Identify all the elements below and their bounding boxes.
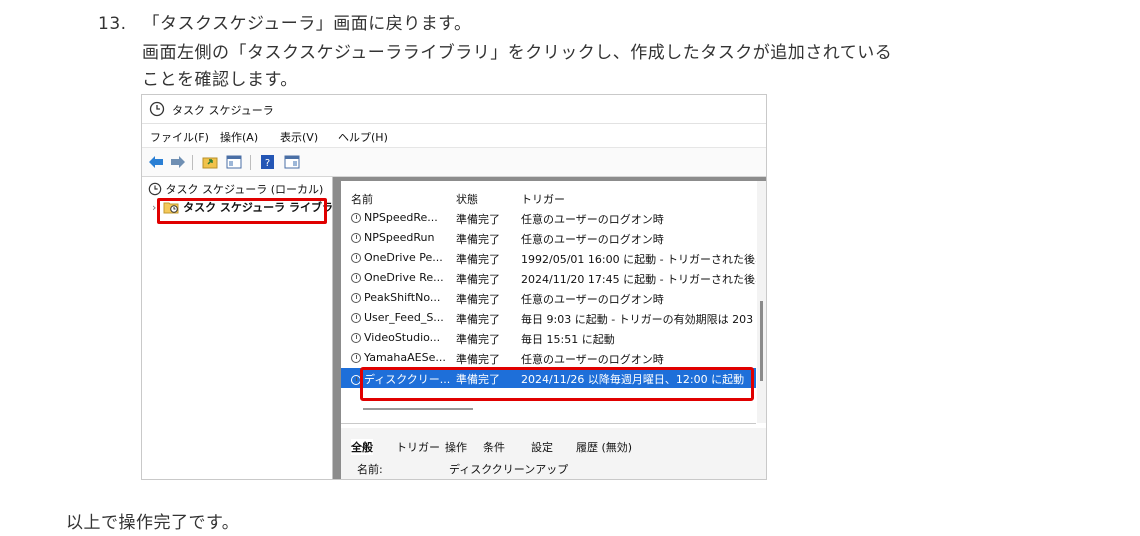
menu-bar: ファイル(F) 操作(A) 表示(V) ヘルプ(H)	[142, 124, 766, 146]
task-list-pane: 名前 状態 トリガー NPSpeedRe... 準備完了 任意のユーザーのログオン時…	[341, 181, 766, 479]
help-icon[interactable]: ?	[260, 155, 276, 169]
pane-splitter[interactable]	[333, 177, 341, 479]
clock-icon	[351, 253, 361, 263]
clock-icon	[351, 213, 361, 223]
chevron-right-icon[interactable]: ›	[152, 201, 156, 214]
menu-file[interactable]: ファイル(F)	[150, 129, 209, 145]
task-scheduler-window: タスク スケジューラ ファイル(F) 操作(A) 表示(V) ヘルプ(H) ?	[141, 94, 767, 480]
completion-message: 以上で操作完了です。	[66, 513, 240, 533]
forward-arrow-icon[interactable]	[170, 155, 186, 169]
clock-icon	[351, 273, 361, 283]
clock-icon	[351, 353, 361, 363]
tree-root-label: タスク スケジューラ (ローカル)	[165, 183, 324, 196]
clock-icon	[351, 333, 361, 343]
tree-root-item[interactable]: タスク スケジューラ (ローカル)	[148, 181, 323, 197]
toolbar: ?	[142, 147, 766, 177]
task-detail-panel: 全般 トリガー 操作 条件 設定 履歴 (無効) 名前: ディスククリーンアップ	[341, 428, 766, 479]
tab-triggers[interactable]: トリガー	[396, 439, 440, 455]
table-row[interactable]: User_Feed_S... 準備完了 毎日 9:03 に起動 - トリガーの有効期…	[341, 308, 756, 328]
step-description-line1: 画面左側の「タスクスケジューラライブラリ」をクリックし、作成したタスクが追加され…	[142, 43, 893, 63]
table-row[interactable]: NPSpeedRe... 準備完了 任意のユーザーのログオン時	[341, 208, 756, 228]
window-title: タスク スケジューラ	[172, 104, 274, 117]
step-title: 「タスクスケジューラ」画面に戻ります。	[142, 14, 472, 34]
step-number: 13.	[98, 14, 127, 34]
menu-action[interactable]: 操作(A)	[220, 129, 258, 145]
table-row[interactable]: OneDrive Re... 準備完了 2024/11/20 17:45 に起動 -…	[341, 268, 756, 288]
column-header-trigger[interactable]: トリガー	[521, 191, 565, 207]
tab-conditions[interactable]: 条件	[483, 439, 505, 455]
show-pane-icon[interactable]	[226, 155, 242, 169]
window-titlebar: タスク スケジューラ	[142, 95, 766, 124]
clock-icon	[351, 293, 361, 303]
table-row[interactable]: PeakShiftNo... 準備完了 任意のユーザーのログオン時	[341, 288, 756, 308]
menu-view[interactable]: 表示(V)	[280, 129, 318, 145]
clock-icon	[149, 101, 165, 117]
horizontal-scrollbar[interactable]	[363, 408, 473, 410]
new-task-highlight-box	[360, 367, 754, 401]
table-row[interactable]: YamahaAESe... 準備完了 任意のユーザーのログオン時	[341, 348, 756, 368]
clock-icon	[148, 182, 162, 196]
column-header-status[interactable]: 状態	[456, 191, 478, 207]
tab-history[interactable]: 履歴 (無効)	[576, 439, 632, 455]
step-description-line2: ことを確認します。	[142, 70, 298, 90]
menu-help[interactable]: ヘルプ(H)	[338, 129, 388, 145]
step-heading: 13. 「タスクスケジューラ」画面に戻ります。	[98, 9, 472, 34]
vertical-scrollbar[interactable]	[757, 181, 766, 423]
name-field-value[interactable]: ディスククリーンアップ	[449, 461, 568, 477]
tab-actions[interactable]: 操作	[445, 439, 467, 455]
clock-icon	[351, 233, 361, 243]
action-pane-icon[interactable]	[284, 155, 300, 169]
svg-text:?: ?	[265, 158, 270, 169]
column-header-name[interactable]: 名前	[351, 191, 373, 207]
table-row[interactable]: VideoStudio... 準備完了 毎日 15:51 に起動	[341, 328, 756, 348]
folder-up-icon[interactable]	[202, 155, 218, 169]
clock-icon	[351, 313, 361, 323]
back-arrow-icon[interactable]	[148, 155, 164, 169]
library-highlight-box	[157, 198, 327, 224]
tab-settings[interactable]: 設定	[531, 439, 553, 455]
table-row[interactable]: NPSpeedRun 準備完了 任意のユーザーのログオン時	[341, 228, 756, 248]
tab-general[interactable]: 全般	[351, 439, 373, 455]
table-row[interactable]: OneDrive Pe... 準備完了 1992/05/01 16:00 に起動 -…	[341, 248, 756, 268]
name-field-label: 名前:	[357, 463, 383, 476]
